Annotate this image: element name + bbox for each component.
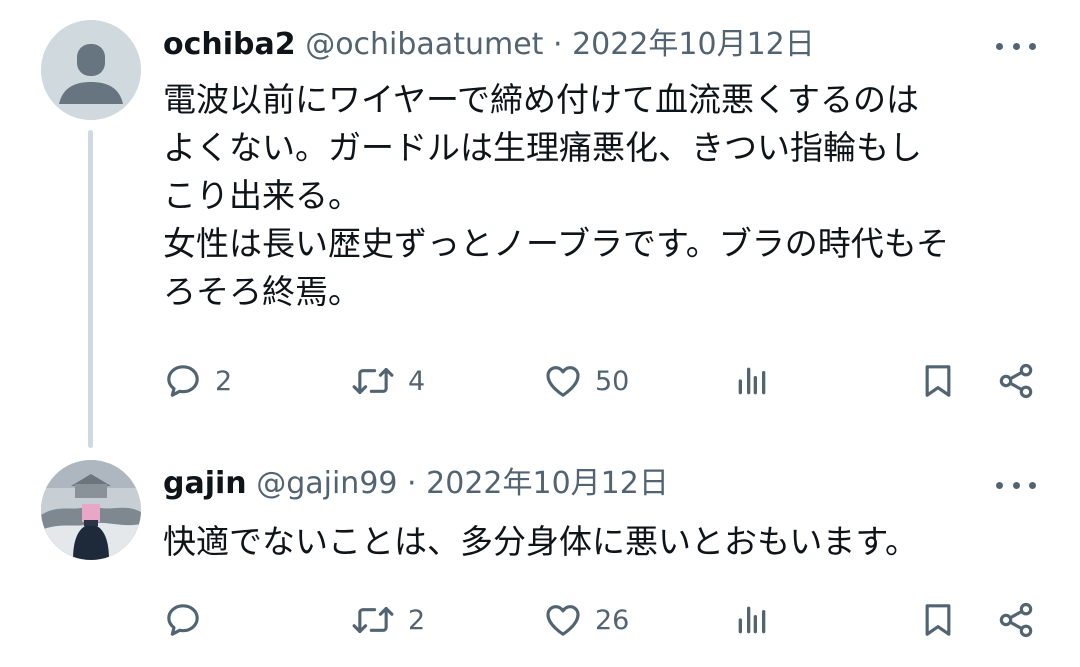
retweet-button[interactable]: 4 [350,357,425,405]
like-button[interactable]: 50 [543,357,629,405]
profile-photo-icon [41,460,141,560]
tweet-date[interactable]: 2022年10月12日 [572,27,815,62]
bookmark-button[interactable] [918,596,958,644]
tweet-body-line: 女性は長い歴史ずっとノーブラです。ブラの時代もそ [163,224,950,263]
like-count: 50 [595,365,630,397]
avatar-ochiba2[interactable] [41,20,141,120]
share-icon [999,363,1033,399]
tweet-action-bar: 2 26 [0,596,1080,644]
heart-icon [546,605,580,636]
bookmark-icon [925,365,951,397]
tweet-body-line: ろそろ終焉。 [163,272,361,311]
bookmark-icon [925,604,951,636]
display-name[interactable]: ochiba2 [163,27,296,62]
retweet-count: 2 [408,604,426,636]
tweet-body-line: 快適でないことは、多分身体に悪いとおもいます。 [163,522,919,561]
views-button[interactable] [732,357,772,405]
tweet-body-line: 電波以前にワイヤーで締め付けて血流悪くするのは [163,80,920,119]
retweet-icon [352,367,394,395]
avatar-gajin[interactable] [41,460,141,560]
views-bar-chart-icon [738,606,766,634]
like-count: 26 [595,604,630,636]
default-profile-icon [41,20,141,120]
share-icon [999,602,1033,638]
display-name[interactable]: gajin [163,466,247,501]
bookmark-button[interactable] [918,357,958,405]
tweet-body: 快適でないことは、多分身体に悪いとおもいます。 [163,518,1043,566]
more-options-icon[interactable] [996,31,1036,61]
reply-button[interactable] [163,596,215,644]
heart-icon [546,366,580,397]
tweet-action-bar: 2 4 50 [0,357,1080,405]
share-button[interactable] [996,596,1036,644]
retweet-count: 4 [408,365,426,397]
tweet-date[interactable]: 2022年10月12日 [426,466,669,501]
user-handle[interactable]: @gajin99 [256,466,397,501]
views-bar-chart-icon [738,367,766,395]
reply-bubble-icon [167,604,199,636]
separator-dot: · [407,466,417,501]
tweet-body-line: こり出来る。 [163,176,361,215]
retweet-icon [352,606,394,634]
share-button[interactable] [996,357,1036,405]
user-handle[interactable]: @ochibaatumet [305,27,543,62]
tweet-header: gajin @gajin99 · 2022年10月12日 [163,459,669,509]
separator-dot: · [552,27,563,62]
more-options-icon[interactable] [996,470,1036,500]
reply-bubble-icon [167,365,199,397]
views-button[interactable] [732,596,772,644]
retweet-button[interactable]: 2 [350,596,425,644]
tweet-body-line: よくない。ガードルは生理痛悪化、きつい指輪もし [163,128,922,167]
like-button[interactable]: 26 [543,596,629,644]
tweet-header: ochiba2 @ochibaatumet · 2022年10月12日 [163,20,815,70]
reply-button[interactable]: 2 [163,357,232,405]
tweet-body: 電波以前にワイヤーで締め付けて血流悪くするのは よくない。ガードルは生理痛悪化、… [163,76,1043,316]
reply-count: 2 [215,365,233,397]
